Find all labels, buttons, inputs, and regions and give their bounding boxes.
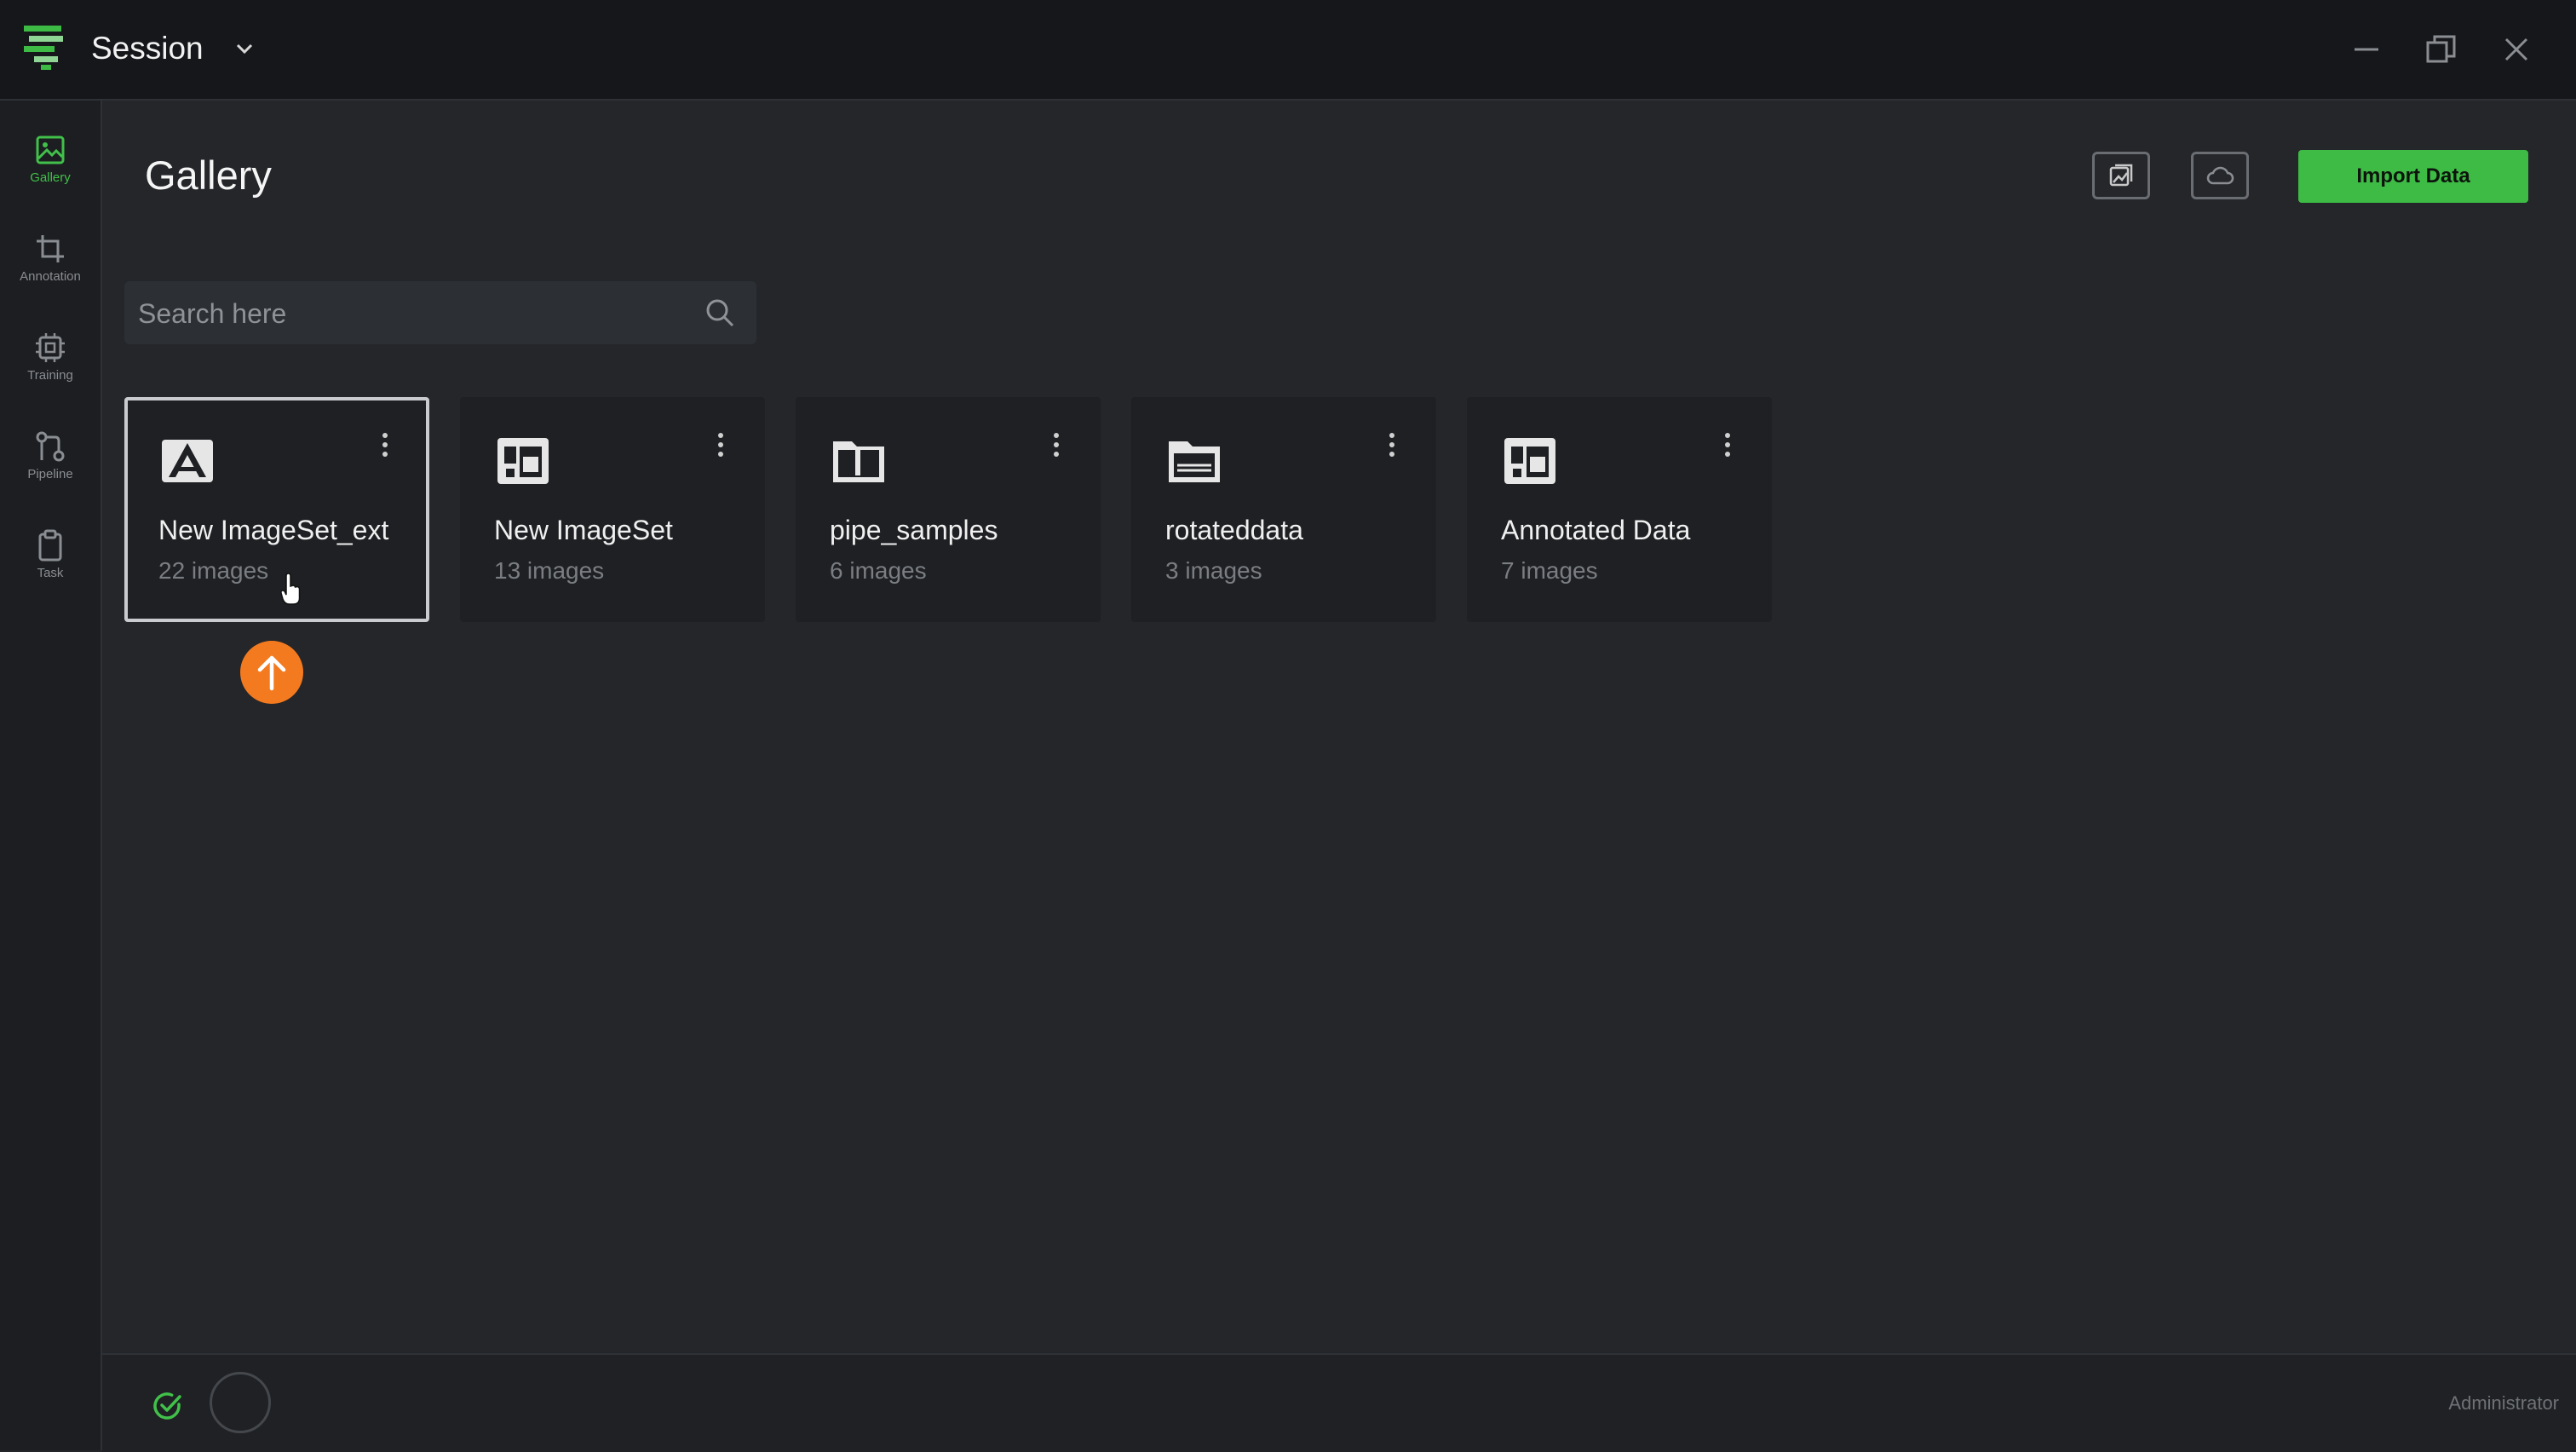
crop-icon (37, 235, 64, 262)
more-vertical-icon[interactable] (371, 428, 399, 462)
sidebar: Gallery Annotation Training Pipeline Tas… (0, 101, 102, 1450)
progress-ring (210, 1372, 271, 1433)
clipboard-icon (38, 529, 62, 562)
sidebar-item-label: Training (27, 368, 73, 383)
card-title: rotateddata (1165, 515, 1303, 545)
card-title: New ImageSet (494, 515, 673, 545)
user-label: Administrator (2448, 1392, 2559, 1414)
import-data-button[interactable]: Import Data (2298, 150, 2528, 203)
sidebar-item-label: Task (37, 566, 64, 580)
chip-icon (36, 333, 65, 362)
sidebar-item-pipeline[interactable]: Pipeline (0, 419, 101, 504)
imageset-card[interactable]: New ImageSet 13 images (460, 397, 765, 622)
card-count: 13 images (494, 557, 605, 584)
imageset-icon (1504, 438, 1555, 484)
more-vertical-icon[interactable] (1043, 428, 1070, 462)
sidebar-item-label: Gallery (30, 170, 71, 185)
card-title: pipe_samples (830, 515, 998, 545)
check-circle-icon (153, 1392, 181, 1420)
minimize-icon[interactable] (2348, 31, 2385, 68)
title-bar: Session (0, 0, 2576, 101)
image-view-button[interactable] (2092, 152, 2150, 199)
folder-open-icon (1169, 441, 1220, 482)
arrow-up-icon (257, 655, 286, 691)
image-icon (36, 135, 65, 164)
folder-icon (833, 441, 884, 482)
session-title[interactable]: Session (91, 31, 204, 66)
imageset-card[interactable]: pipe_samples 6 images (796, 397, 1101, 622)
image-stack-icon (2109, 164, 2133, 187)
card-count: 6 images (830, 557, 927, 584)
status-bar: Administrator (102, 1353, 2576, 1452)
search-input[interactable] (136, 281, 693, 346)
imageset-icon (497, 438, 549, 484)
close-icon[interactable] (2498, 31, 2535, 68)
sidebar-item-label: Annotation (20, 269, 81, 284)
cloud-icon (2206, 166, 2234, 185)
annotated-set-icon (162, 440, 213, 482)
restore-icon[interactable] (2423, 31, 2460, 68)
sidebar-item-annotation[interactable]: Annotation (0, 222, 101, 307)
imageset-card[interactable]: rotateddata 3 images (1131, 397, 1436, 622)
git-pull-icon (36, 431, 65, 462)
page-title: Gallery (145, 153, 272, 198)
imageset-card[interactable]: New ImageSet_ext 22 images (124, 397, 429, 622)
more-vertical-icon[interactable] (707, 428, 734, 462)
card-count: 7 images (1501, 557, 1598, 584)
sidebar-item-label: Pipeline (27, 467, 73, 481)
sidebar-item-task[interactable]: Task (0, 518, 101, 603)
more-vertical-icon[interactable] (1378, 428, 1406, 462)
search-box (124, 281, 756, 346)
card-title: New ImageSet_ext (158, 515, 389, 545)
upload-button[interactable] (240, 641, 303, 704)
sidebar-item-gallery[interactable]: Gallery (0, 123, 101, 208)
card-count: 22 images (158, 557, 269, 584)
card-count: 3 images (1165, 557, 1262, 584)
imageset-card[interactable]: Annotated Data 7 images (1467, 397, 1772, 622)
hand-cursor-icon (280, 573, 301, 605)
more-vertical-icon[interactable] (1714, 428, 1741, 462)
card-title: Annotated Data (1501, 515, 1691, 545)
chevron-down-icon[interactable] (232, 36, 257, 61)
app-logo-icon (24, 26, 63, 70)
search-icon[interactable] (704, 297, 736, 329)
sidebar-item-training[interactable]: Training (0, 320, 101, 406)
cloud-button[interactable] (2191, 152, 2249, 199)
